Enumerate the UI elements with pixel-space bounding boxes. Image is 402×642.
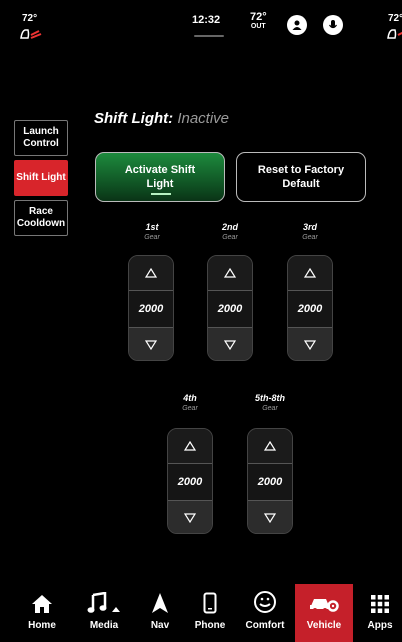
- gear-value: 2000: [129, 290, 173, 328]
- outside-temp-value: 72°: [250, 11, 267, 23]
- triangle-up-icon: [184, 441, 196, 451]
- triangle-up-icon: [145, 268, 157, 278]
- gear-name: 5th-8th: [255, 393, 285, 403]
- nav-home[interactable]: Home: [20, 584, 64, 642]
- increase-button[interactable]: [168, 429, 212, 463]
- triangle-down-icon: [224, 340, 236, 350]
- title-status: Inactive: [177, 110, 230, 127]
- gear-value: 2000: [288, 290, 332, 328]
- nav-label: Phone: [194, 620, 226, 631]
- reset-label: Reset to Factory Default: [257, 164, 345, 190]
- outside-temp-label: OUT: [250, 23, 266, 30]
- gear-stepper-2nd: 2000: [207, 255, 253, 361]
- activate-shift-light-button[interactable]: Activate Shift Light: [95, 152, 225, 202]
- driver-temp[interactable]: 72°: [22, 13, 37, 24]
- nav-nav[interactable]: Nav: [142, 584, 178, 642]
- triangle-down-icon: [184, 513, 196, 523]
- gear-label-2nd: 2nd Gear: [200, 222, 260, 242]
- gear-sub: Gear: [222, 234, 238, 241]
- gear-sub: Gear: [144, 234, 160, 241]
- increase-button[interactable]: [288, 256, 332, 290]
- decrease-button[interactable]: [288, 328, 332, 360]
- triangle-down-icon: [264, 513, 276, 523]
- nav-media[interactable]: Media: [80, 584, 128, 642]
- activate-label: Activate Shift Light: [124, 164, 196, 190]
- decrease-button[interactable]: [208, 328, 252, 360]
- gear-label-4th: 4th Gear: [160, 393, 220, 413]
- navigation-arrow-icon: [142, 584, 178, 614]
- decrease-button[interactable]: [248, 501, 292, 533]
- reset-to-factory-default-button[interactable]: Reset to Factory Default: [236, 152, 366, 202]
- gear-label-5th-8th: 5th-8th Gear: [240, 393, 300, 413]
- decrease-button[interactable]: [168, 501, 212, 533]
- tab-launch-control[interactable]: Launch Control: [14, 120, 68, 156]
- gear-sub: Gear: [182, 405, 198, 412]
- gear-name: 1st: [145, 222, 159, 232]
- increase-button[interactable]: [208, 256, 252, 290]
- passenger-heated-seat-icon[interactable]: [386, 26, 402, 45]
- nav-vehicle[interactable]: Vehicle: [295, 584, 353, 642]
- nav-label: Vehicle: [306, 620, 342, 631]
- comfort-icon: [241, 584, 289, 614]
- triangle-down-icon: [304, 340, 316, 350]
- gear-value: 2000: [168, 463, 212, 501]
- profile-button[interactable]: [287, 15, 307, 35]
- apps-grid-icon: [360, 584, 400, 614]
- gear-sub: Gear: [302, 234, 318, 241]
- gear-value: 2000: [208, 290, 252, 328]
- decrease-button[interactable]: [129, 328, 173, 360]
- clock-underline: [194, 35, 224, 37]
- triangle-up-icon: [304, 268, 316, 278]
- gear-name: 4th: [183, 393, 197, 403]
- nav-label: Nav: [150, 620, 170, 631]
- triangle-down-icon: [145, 340, 157, 350]
- nav-label: Apps: [367, 620, 393, 631]
- clock: 12:32: [192, 14, 221, 26]
- nav-label: Media: [89, 620, 119, 631]
- outside-temperature: 72° OUT: [250, 12, 267, 31]
- tab-label: Shift Light: [16, 172, 66, 183]
- increase-button[interactable]: [248, 429, 292, 463]
- gear-label-1st: 1st Gear: [122, 222, 182, 242]
- nav-comfort[interactable]: Comfort: [241, 584, 289, 642]
- nav-phone[interactable]: Phone: [190, 584, 230, 642]
- increase-button[interactable]: [129, 256, 173, 290]
- phone-icon: [190, 584, 230, 614]
- nav-label: Comfort: [245, 620, 285, 631]
- tab-label: Race Cooldown: [16, 206, 66, 229]
- tab-race-cooldown[interactable]: Race Cooldown: [14, 200, 68, 236]
- triangle-up-icon: [264, 441, 276, 451]
- gear-name: 3rd: [302, 222, 317, 232]
- title-main: Shift Light:: [94, 110, 174, 127]
- gear-stepper-4th: 2000: [167, 428, 213, 534]
- vehicle-icon: [295, 584, 353, 614]
- tab-label: Launch Control: [23, 126, 59, 149]
- gear-label-3rd: 3rd Gear: [280, 222, 340, 242]
- gear-value: 2000: [248, 463, 292, 501]
- triangle-up-icon: [224, 268, 236, 278]
- passenger-temp[interactable]: 72°: [388, 13, 402, 24]
- user-icon: [292, 20, 302, 30]
- gear-stepper-5th-8th: 2000: [247, 428, 293, 534]
- tab-shift-light[interactable]: Shift Light: [14, 160, 68, 196]
- nav-apps[interactable]: Apps: [360, 584, 400, 642]
- gear-stepper-1st: 2000: [128, 255, 174, 361]
- activate-indicator: [151, 193, 171, 195]
- gear-name: 2nd: [221, 222, 238, 232]
- gear-stepper-3rd: 2000: [287, 255, 333, 361]
- home-icon: [20, 584, 64, 614]
- gear-sub: Gear: [262, 405, 278, 412]
- microphone-icon: [329, 20, 337, 29]
- voice-button[interactable]: [323, 15, 343, 35]
- music-note-icon: [80, 584, 128, 614]
- heated-seat-icon[interactable]: [19, 26, 43, 45]
- nav-label: Home: [28, 620, 56, 631]
- page-title: Shift Light: Inactive: [94, 110, 229, 127]
